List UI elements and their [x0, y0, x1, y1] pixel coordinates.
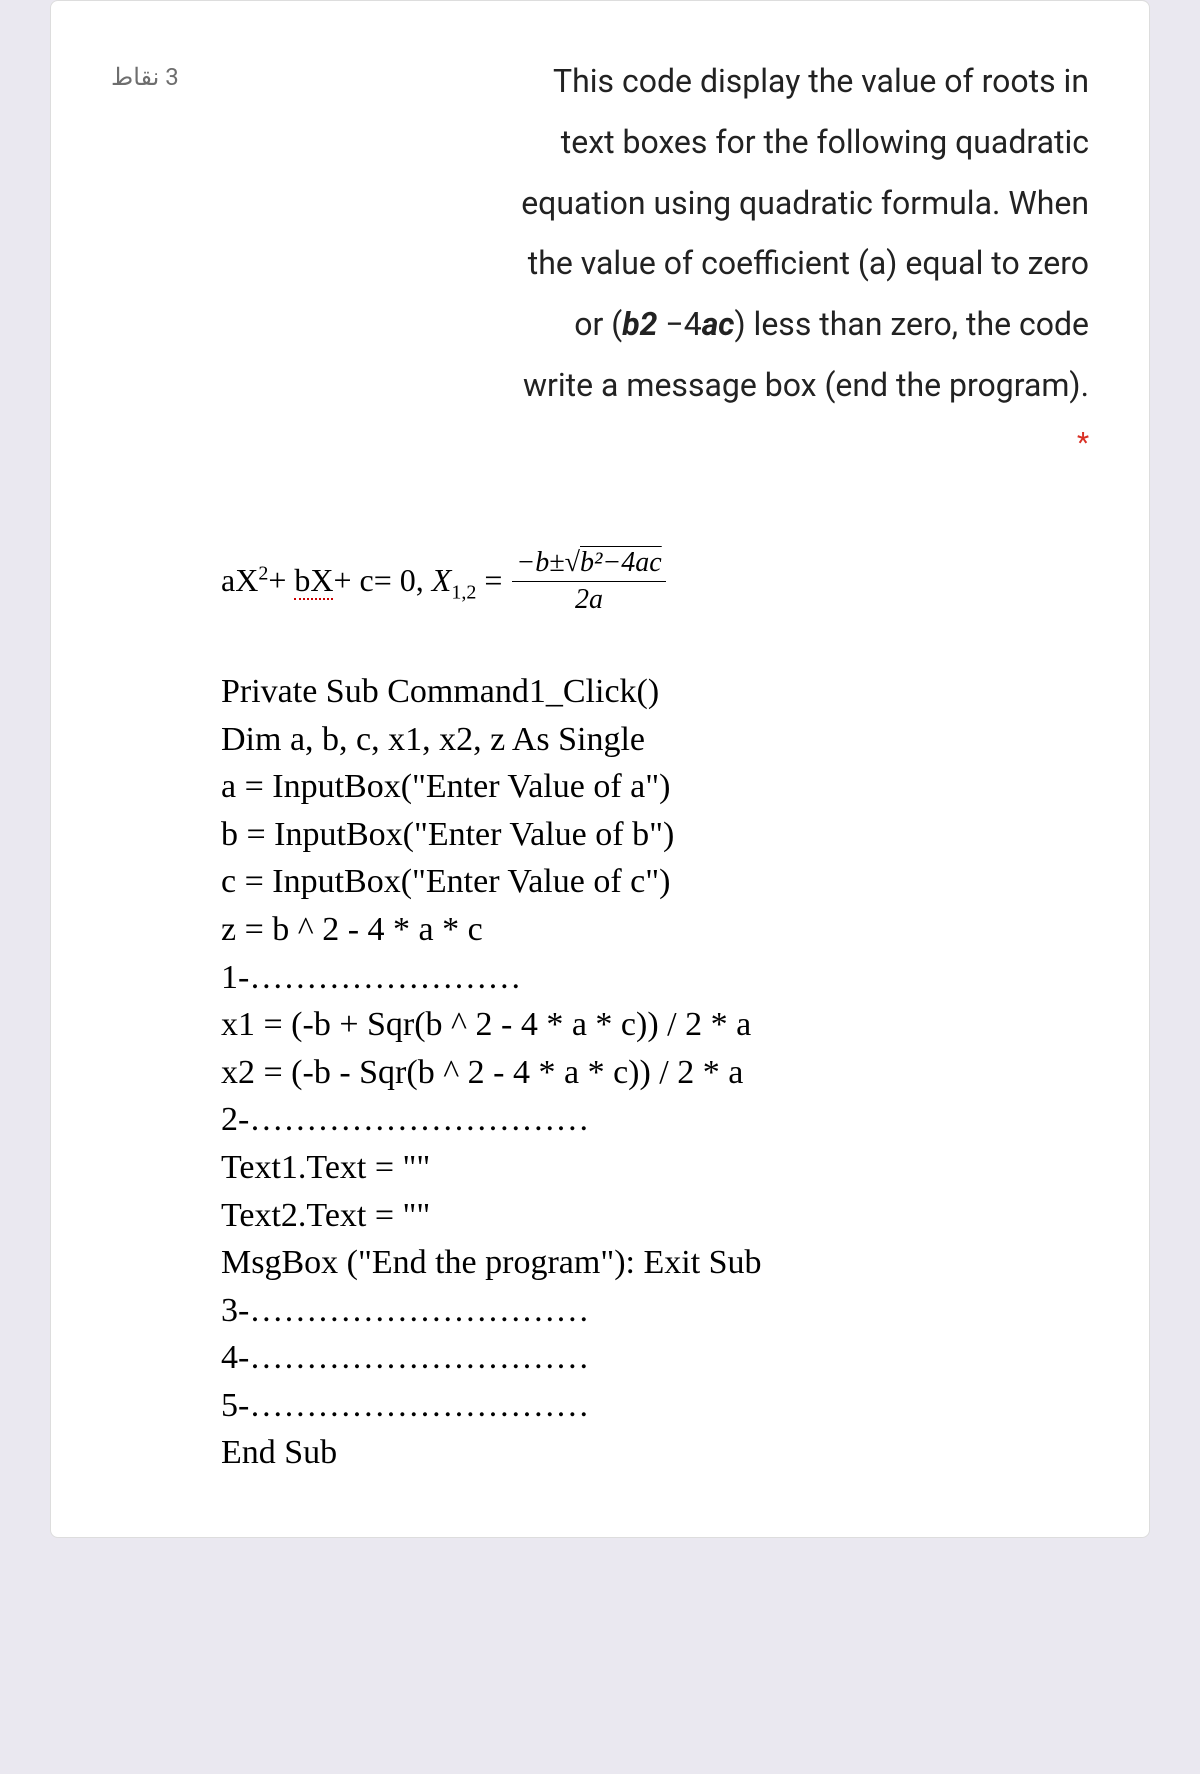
code-line: Dim a, b, c, x1, x2, z As Single [221, 716, 1089, 764]
code-line: 1-…………………… [221, 954, 1089, 1002]
points-label: 3 نقاط [111, 63, 179, 91]
code-line: 5-………………………… [221, 1382, 1089, 1430]
code-line: z = b ^ 2 - 4 * a * c [221, 906, 1089, 954]
q-line2: text boxes for the following quadratic [561, 123, 1089, 161]
q-line5-post: ) less than zero, the code [734, 305, 1089, 343]
formula: aX2+ bX+ c= 0, X1,2 = −b±√b²−4ac 2a [221, 549, 1089, 618]
code-line: x2 = (-b - Sqr(b ^ 2 - 4 * a * c)) / 2 *… [221, 1049, 1089, 1097]
question-text: This code display the value of roots in … [179, 51, 1089, 469]
formula-numerator: −b±√b²−4ac [512, 547, 665, 582]
formula-denominator: 2a [575, 582, 603, 616]
q-line5-b2: ac [702, 305, 735, 343]
formula-fraction: −b±√b²−4ac 2a [512, 547, 665, 616]
code-line: End Sub [221, 1429, 1089, 1477]
q-line1: This code display the value of roots in [553, 62, 1089, 100]
code-line: b = InputBox("Enter Value of b") [221, 811, 1089, 859]
code-line: a = InputBox("Enter Value of a") [221, 763, 1089, 811]
code-line: 4-………………………… [221, 1334, 1089, 1382]
q-line5-b1: b2 [622, 305, 657, 343]
code-block: Private Sub Command1_Click() Dim a, b, c… [221, 668, 1089, 1477]
question-card: 3 نقاط This code display the value of ro… [50, 0, 1150, 1538]
code-line: Private Sub Command1_Click() [221, 668, 1089, 716]
code-line: 3-………………………… [221, 1287, 1089, 1335]
q-line5-pre: or ( [574, 305, 622, 343]
question-header: 3 نقاط This code display the value of ro… [111, 51, 1089, 469]
formula-lhs: aX2+ bX+ c= 0, X1,2 = [221, 562, 502, 604]
code-line: Text1.Text = "" [221, 1144, 1089, 1192]
required-star: * [199, 416, 1089, 469]
code-line: Text2.Text = "" [221, 1192, 1089, 1240]
q-line3: equation using quadratic formula. When [521, 184, 1089, 222]
q-line6: write a message box (end the program). [523, 366, 1089, 404]
q-line5-mid: −4 [657, 305, 701, 343]
q-line4: the value of coefficient (a) equal to ze… [528, 244, 1089, 282]
code-line: x1 = (-b + Sqr(b ^ 2 - 4 * a * c)) / 2 *… [221, 1001, 1089, 1049]
code-line: c = InputBox("Enter Value of c") [221, 858, 1089, 906]
code-line: MsgBox ("End the program"): Exit Sub [221, 1239, 1089, 1287]
code-line: 2-………………………… [221, 1096, 1089, 1144]
